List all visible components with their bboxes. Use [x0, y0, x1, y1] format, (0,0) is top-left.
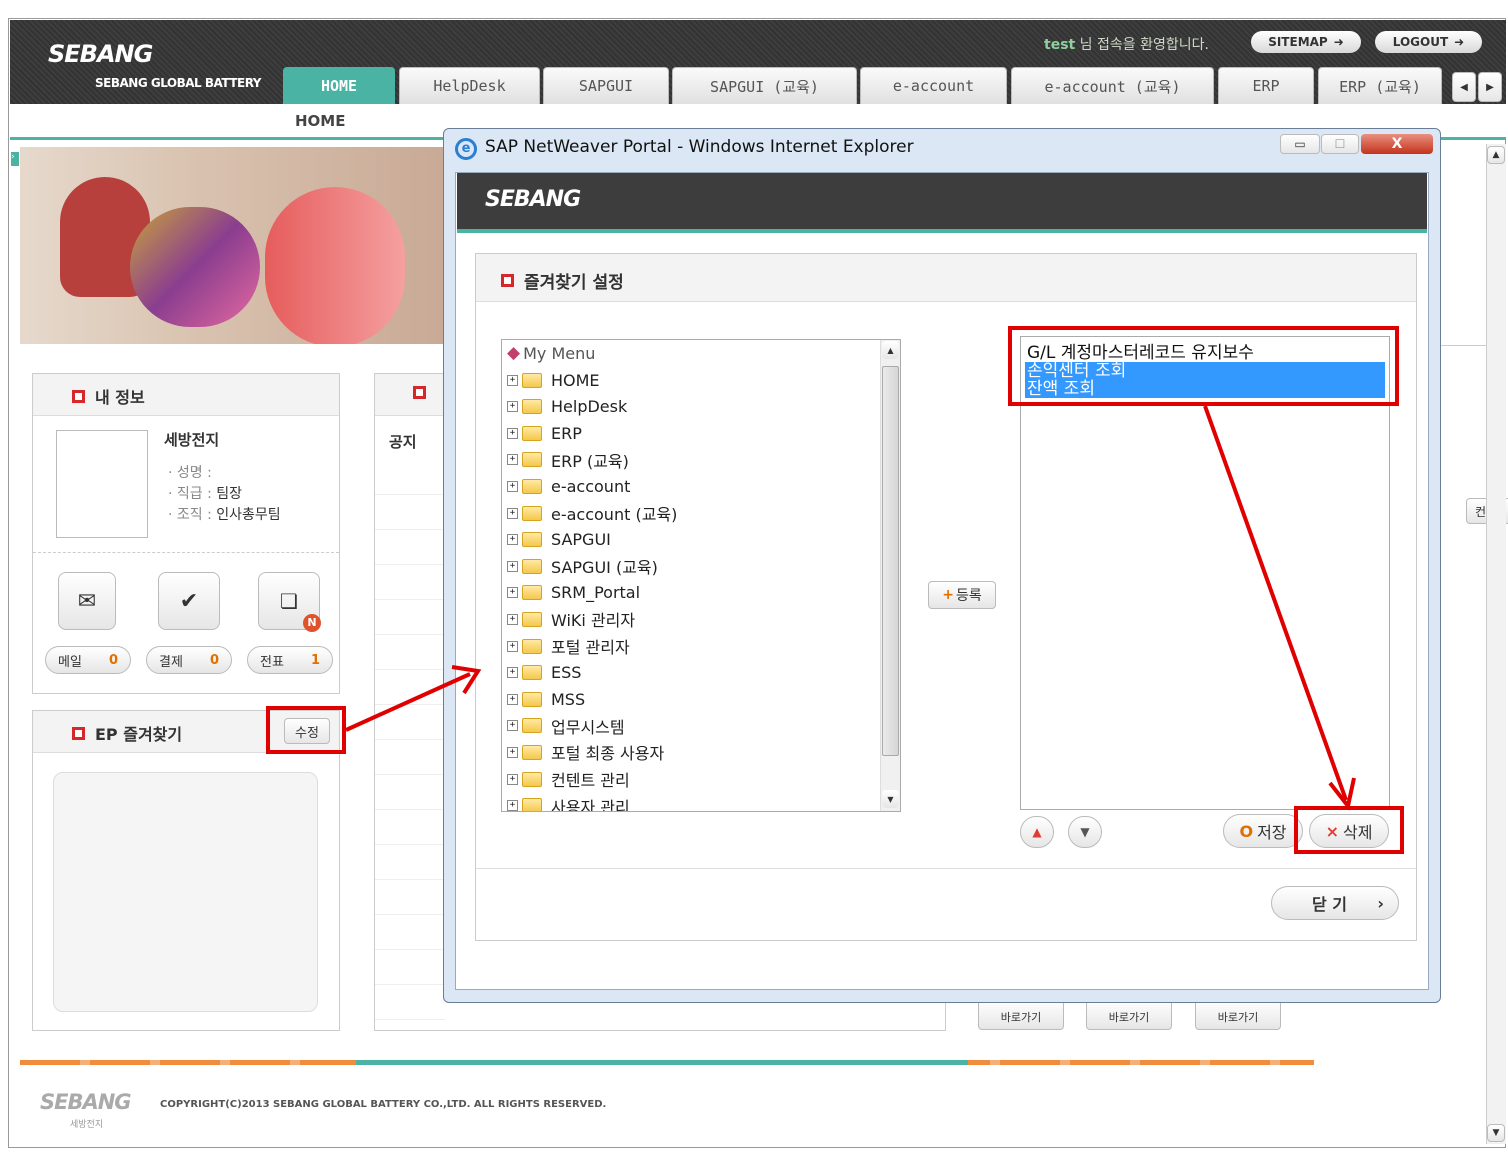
annotation-arrows [345, 405, 1356, 811]
arrow-line [345, 672, 471, 732]
arrow-line [1203, 405, 1348, 801]
